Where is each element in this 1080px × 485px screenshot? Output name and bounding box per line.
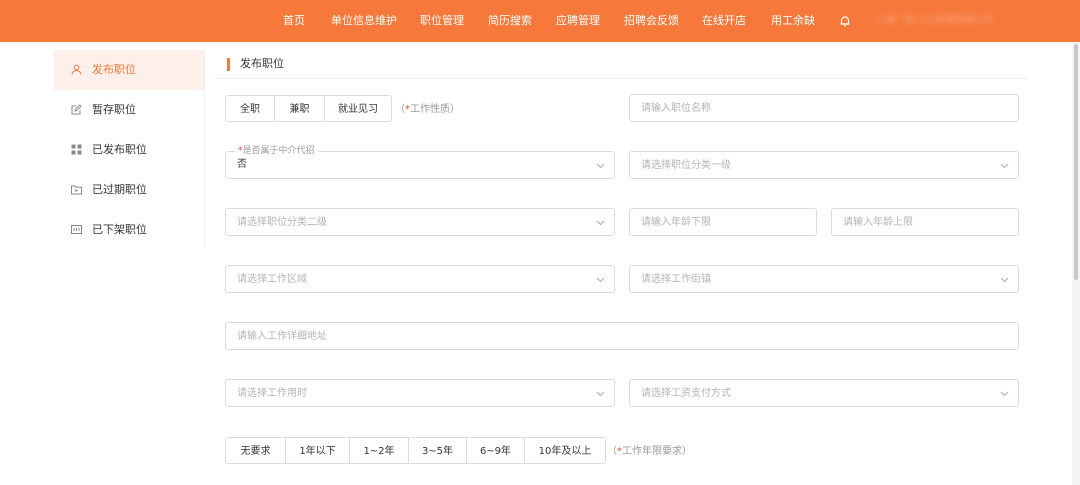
section-accent-bar <box>227 58 230 71</box>
work-hours-input[interactable] <box>237 380 589 406</box>
top-nav-bar: 首页 单位信息维护 职位管理 简历搜索 应聘管理 招聘会反馈 在线开店 用工余缺… <box>0 0 1080 42</box>
agency-value: 否 <box>237 159 247 170</box>
folder-play-icon <box>71 185 82 195</box>
job-type-selector: 全职 兼职 就业见习 <box>225 95 392 122</box>
age-max-input[interactable] <box>843 209 993 235</box>
pay-method-select[interactable] <box>629 379 1019 407</box>
box-icon <box>71 225 82 234</box>
pay-method-input[interactable] <box>641 380 993 406</box>
chevron-down-icon <box>596 391 605 397</box>
work-street-select[interactable] <box>629 265 1019 293</box>
category-level2-input[interactable] <box>237 209 589 235</box>
section-header: 发布职位 <box>215 50 1027 79</box>
sidebar-item-label: 已下架职位 <box>92 223 147 236</box>
chevron-down-icon <box>596 277 605 283</box>
sidebar-item-publish-job[interactable]: 发布职位 <box>54 50 204 90</box>
address-input[interactable] <box>237 323 993 349</box>
age-min-input[interactable] <box>641 209 791 235</box>
nav-job-fair-feedback[interactable]: 招聘会反馈 <box>624 0 679 42</box>
experience-hint: （*工作年限要求） <box>607 446 692 457</box>
category-level1-input[interactable] <box>641 152 993 178</box>
work-hours-select[interactable] <box>225 379 615 407</box>
sidebar: 发布职位 暂存职位 已发布职位 已过期职位 已下架职位 <box>54 50 205 248</box>
nav-online-store[interactable]: 在线开店 <box>702 0 746 42</box>
sidebar-item-label: 已过期职位 <box>92 183 147 196</box>
address-field[interactable] <box>225 322 1019 350</box>
age-max-field[interactable] <box>831 208 1019 236</box>
work-area-select[interactable] <box>225 265 615 293</box>
agency-select[interactable]: *是否属于中介代招 否 <box>225 145 615 179</box>
nav-home[interactable]: 首页 <box>283 0 305 42</box>
bell-icon[interactable] <box>838 14 852 28</box>
experience-under1-button[interactable]: 1年以下 <box>285 437 350 464</box>
sidebar-item-label: 已发布职位 <box>92 143 147 156</box>
experience-none-button[interactable]: 无要求 <box>225 437 286 464</box>
category-level2-select[interactable] <box>225 208 615 236</box>
sidebar-item-draft-jobs[interactable]: 暂存职位 <box>54 90 204 130</box>
nav-application-management[interactable]: 应聘管理 <box>556 0 600 42</box>
nav-unit-info[interactable]: 单位信息维护 <box>331 0 397 42</box>
experience-10plus-button[interactable]: 10年及以上 <box>524 437 606 464</box>
grid-icon <box>71 144 82 155</box>
nav-job-management[interactable]: 职位管理 <box>420 0 464 42</box>
chevron-down-icon <box>1000 163 1009 169</box>
experience-1to2-button[interactable]: 1~2年 <box>349 437 409 464</box>
job-type-fulltime-button[interactable]: 全职 <box>225 95 275 122</box>
nav-labor-surplus[interactable]: 用工余缺 <box>771 0 815 42</box>
page-title: 发布职位 <box>240 57 284 70</box>
sidebar-item-label: 暂存职位 <box>92 103 136 116</box>
experience-selector: 无要求 1年以下 1~2年 3~5年 6~9年 10年及以上 <box>225 437 606 464</box>
experience-6to9-button[interactable]: 6~9年 <box>466 437 525 464</box>
user-icon <box>71 64 82 75</box>
account-name[interactable]: 上海广慧人力资源有限公司 <box>874 12 994 29</box>
sidebar-item-removed-jobs[interactable]: 已下架职位 <box>54 210 204 250</box>
category-level1-select[interactable] <box>629 151 1019 179</box>
chevron-down-icon <box>596 220 605 226</box>
job-name-field[interactable] <box>629 94 1019 122</box>
job-name-input[interactable] <box>641 95 993 121</box>
chevron-down-icon <box>1000 391 1009 397</box>
job-type-hint: （*工作性质） <box>395 104 460 115</box>
chevron-down-icon <box>596 163 605 169</box>
age-min-field[interactable] <box>629 208 817 236</box>
nav-resume-search[interactable]: 简历搜索 <box>488 0 532 42</box>
sidebar-item-published-jobs[interactable]: 已发布职位 <box>54 130 204 170</box>
agency-label: *是否属于中介代招 <box>235 145 318 157</box>
edit-icon <box>71 104 82 115</box>
job-type-parttime-button[interactable]: 兼职 <box>274 95 325 122</box>
work-street-input[interactable] <box>641 266 993 292</box>
job-type-internship-button[interactable]: 就业见习 <box>324 95 392 122</box>
scrollbar-thumb[interactable] <box>1074 44 1078 280</box>
work-area-input[interactable] <box>237 266 589 292</box>
experience-3to5-button[interactable]: 3~5年 <box>408 437 467 464</box>
chevron-down-icon <box>1000 277 1009 283</box>
sidebar-item-label: 发布职位 <box>92 63 136 76</box>
sidebar-item-expired-jobs[interactable]: 已过期职位 <box>54 170 204 210</box>
